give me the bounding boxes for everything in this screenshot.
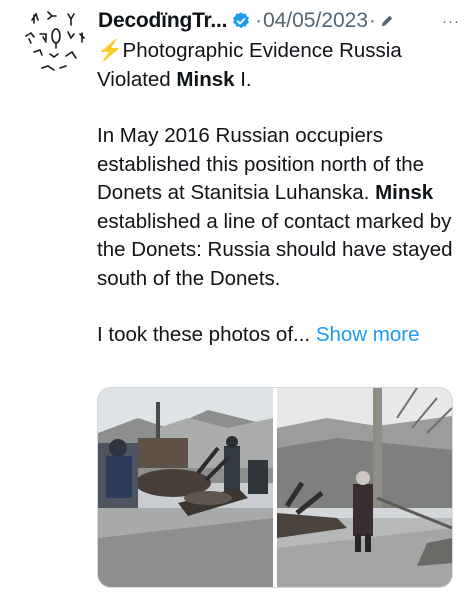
photo-checkpoint-left[interactable] xyxy=(98,388,273,587)
avatar-drawing-icon xyxy=(25,11,85,71)
photo-left-image xyxy=(98,388,273,587)
avatar[interactable] xyxy=(22,6,88,76)
tweet-text-segment: established a line of contact marked by … xyxy=(97,209,453,290)
tweet-text-segment: I. xyxy=(234,67,252,91)
hashtag-minsk: Minsk xyxy=(375,181,434,204)
separator: · xyxy=(369,9,376,32)
tweet-text: ⚡Photographic Evidence Russia Violated M… xyxy=(97,37,465,350)
tweet-line-1: ⚡Photographic Evidence Russia Violated M… xyxy=(97,37,465,94)
author-name[interactable]: DecodïngTr... xyxy=(98,9,227,33)
tweet-header: DecodïngTr... · 04/05/2023 · ··· xyxy=(98,8,466,34)
more-options-button[interactable]: ··· xyxy=(442,13,466,30)
media-gallery xyxy=(97,387,453,588)
separator: · xyxy=(255,9,262,32)
show-more-link[interactable]: Show more xyxy=(316,323,420,346)
verified-badge-icon xyxy=(233,12,250,29)
tweet-paragraph-2: In May 2016 Russian occupiers establishe… xyxy=(97,122,465,293)
post-date[interactable]: 04/05/2023 xyxy=(263,9,368,33)
photo-checkpoint-right[interactable] xyxy=(277,388,452,587)
photo-right-image xyxy=(277,388,452,587)
tweet-paragraph-3: I took these photos of... Show more xyxy=(97,321,465,350)
tweet-text-segment: I took these photos of... xyxy=(97,323,311,346)
pencil-icon xyxy=(381,15,392,27)
lightning-bolt-icon: ⚡ xyxy=(97,39,123,62)
hashtag-minsk: Minsk xyxy=(176,67,235,91)
